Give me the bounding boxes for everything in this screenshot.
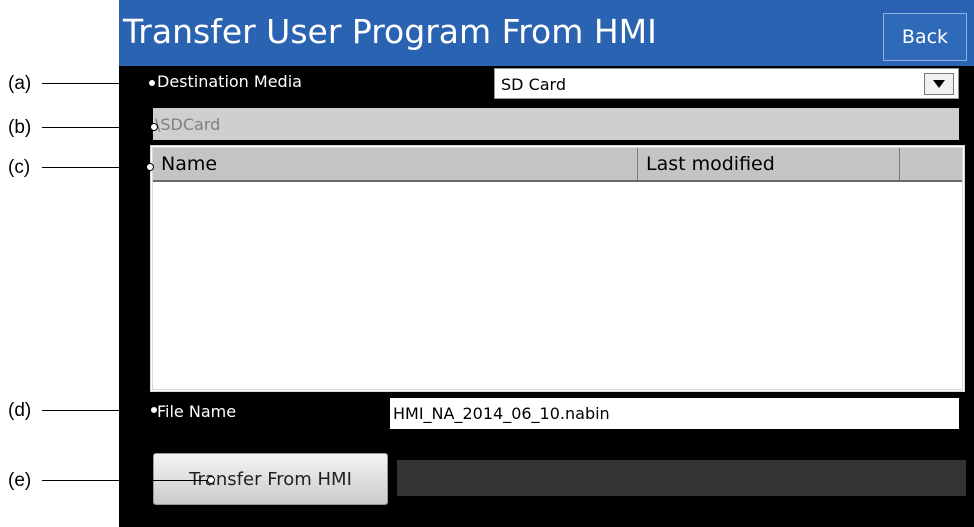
column-header-extra[interactable] [900,148,962,180]
callout-d-dot [150,406,158,414]
file-name-input[interactable]: HMI_NA_2014_06_10.nabin [390,398,959,429]
callout-a: (a) [0,73,160,94]
callout-e: (e) [0,470,215,491]
transfer-progress-bar [397,460,966,496]
path-text: \SDCard [155,115,221,134]
callout-c-label: (c) [8,157,31,178]
file-name-value: HMI_NA_2014_06_10.nabin [393,404,610,423]
destination-media-select[interactable]: SD Card [494,68,959,99]
callout-a-label: (a) [8,73,32,94]
transfer-from-hmi-button[interactable]: Transfer From HMI [153,453,388,505]
callout-a-dot [148,79,156,87]
column-header-last-modified[interactable]: Last modified [638,148,900,180]
title-bar: Transfer User Program From HMI Back [119,0,974,66]
file-list[interactable]: Name Last modified [150,145,965,392]
column-header-last-modified-label: Last modified [646,153,775,175]
callout-a-line [42,83,152,84]
callout-b-dot [150,123,158,131]
callout-c: (c) [0,157,160,178]
callout-d: (d) [0,400,160,421]
callout-e-dot [207,476,215,484]
column-header-name-label: Name [161,153,218,175]
path-field: \SDCard [153,108,959,140]
callout-b-line [42,127,154,128]
callout-b-label: (b) [8,117,32,138]
callout-d-line [42,410,154,411]
callout-c-dot [146,163,154,171]
column-header-name[interactable]: Name [153,148,638,180]
destination-media-label: Destination Media [157,72,302,91]
file-list-header: Name Last modified [153,148,962,182]
hmi-panel: Transfer User Program From HMI Back Dest… [119,0,974,527]
destination-media-value: SD Card [501,75,566,94]
chevron-down-icon[interactable] [924,73,954,95]
callout-b: (b) [0,117,160,138]
window-title: Transfer User Program From HMI [123,12,657,51]
callout-e-line [42,480,212,481]
callout-d-label: (d) [8,400,32,421]
back-button[interactable]: Back [883,13,967,61]
callout-e-label: (e) [8,470,32,491]
callout-c-line [42,167,150,168]
file-name-label: File Name [157,402,237,421]
